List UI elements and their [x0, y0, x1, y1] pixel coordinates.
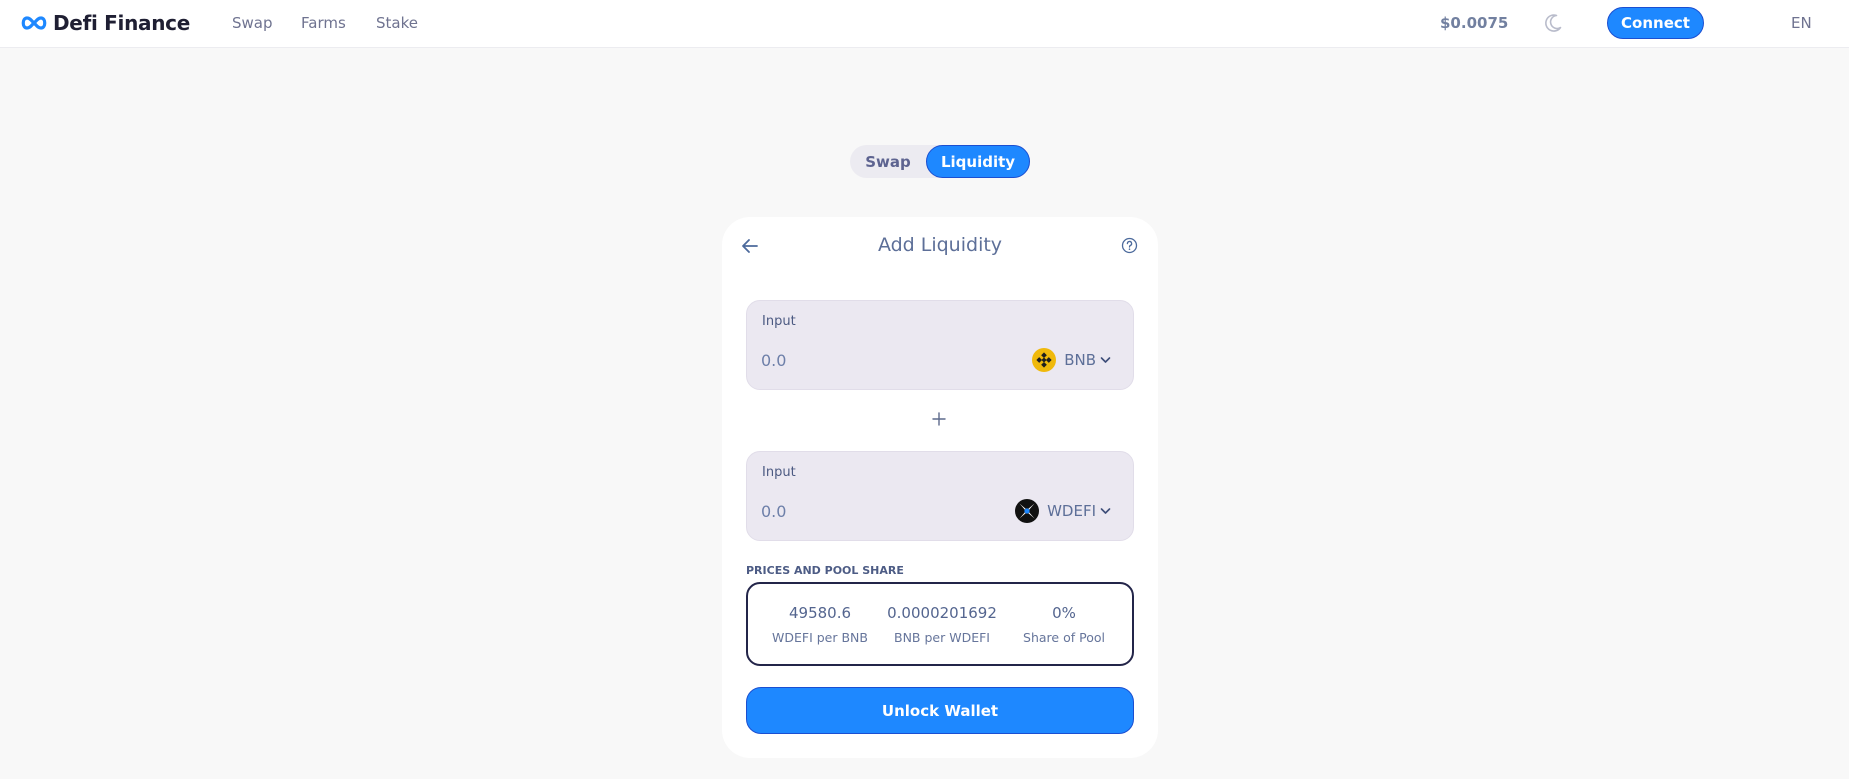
amount-input-a[interactable] [761, 348, 961, 372]
token-input-panel-a: Input BNB [746, 300, 1134, 390]
prices-section-label: PRICES AND POOL SHARE [746, 564, 904, 577]
chevron-down-icon [1100, 508, 1111, 514]
price-label: Share of Pool [1023, 630, 1105, 645]
moon-icon[interactable] [1542, 12, 1564, 34]
unlock-wallet-button[interactable]: Unlock Wallet [746, 687, 1134, 734]
plus-icon [932, 412, 946, 426]
token-select-bnb[interactable]: BNB [1032, 348, 1111, 372]
top-nav-bar: Defi Finance Swap Farms Stake $0.0075 Co… [0, 0, 1849, 48]
nav-stake[interactable]: Stake [376, 14, 418, 32]
nav-farms[interactable]: Farms [301, 14, 346, 32]
nav-swap[interactable]: Swap [232, 14, 273, 32]
question-circle-icon[interactable] [1121, 237, 1138, 254]
wdefi-icon [1015, 499, 1040, 523]
token-name: WDEFI [1047, 502, 1096, 520]
swap-liquidity-toggle: Swap Liquidity [850, 145, 1030, 178]
chevron-down-icon [1100, 357, 1111, 363]
connect-button[interactable]: Connect [1607, 7, 1704, 39]
prices-pool-share-box: 49580.6 WDEFI per BNB 0.0000201692 BNB p… [746, 582, 1134, 666]
infinity-logo-icon [21, 16, 47, 30]
token-price: $0.0075 [1440, 14, 1509, 32]
input-label: Input [762, 465, 796, 480]
price-value: 0.0000201692 [887, 604, 997, 622]
brand-name: Defi Finance [53, 11, 190, 35]
brand-logo[interactable]: Defi Finance [20, 11, 190, 35]
card-title: Add Liquidity [877, 234, 1003, 256]
price-label: WDEFI per BNB [772, 630, 868, 645]
token-select-wdefi[interactable]: WDEFI [1015, 499, 1111, 523]
token-input-panel-b: Input WDEFI [746, 451, 1134, 541]
price-label: BNB per WDEFI [894, 630, 990, 645]
bnb-icon [1032, 348, 1057, 372]
price-value: 49580.6 [788, 604, 852, 622]
tab-liquidity[interactable]: Liquidity [926, 145, 1030, 178]
token-name: BNB [1064, 351, 1096, 369]
amount-input-b[interactable] [761, 499, 961, 523]
language-selector[interactable]: EN [1791, 14, 1812, 32]
input-label: Input [762, 314, 796, 329]
tab-swap[interactable]: Swap [850, 145, 926, 178]
price-value: 0% [1052, 604, 1076, 622]
